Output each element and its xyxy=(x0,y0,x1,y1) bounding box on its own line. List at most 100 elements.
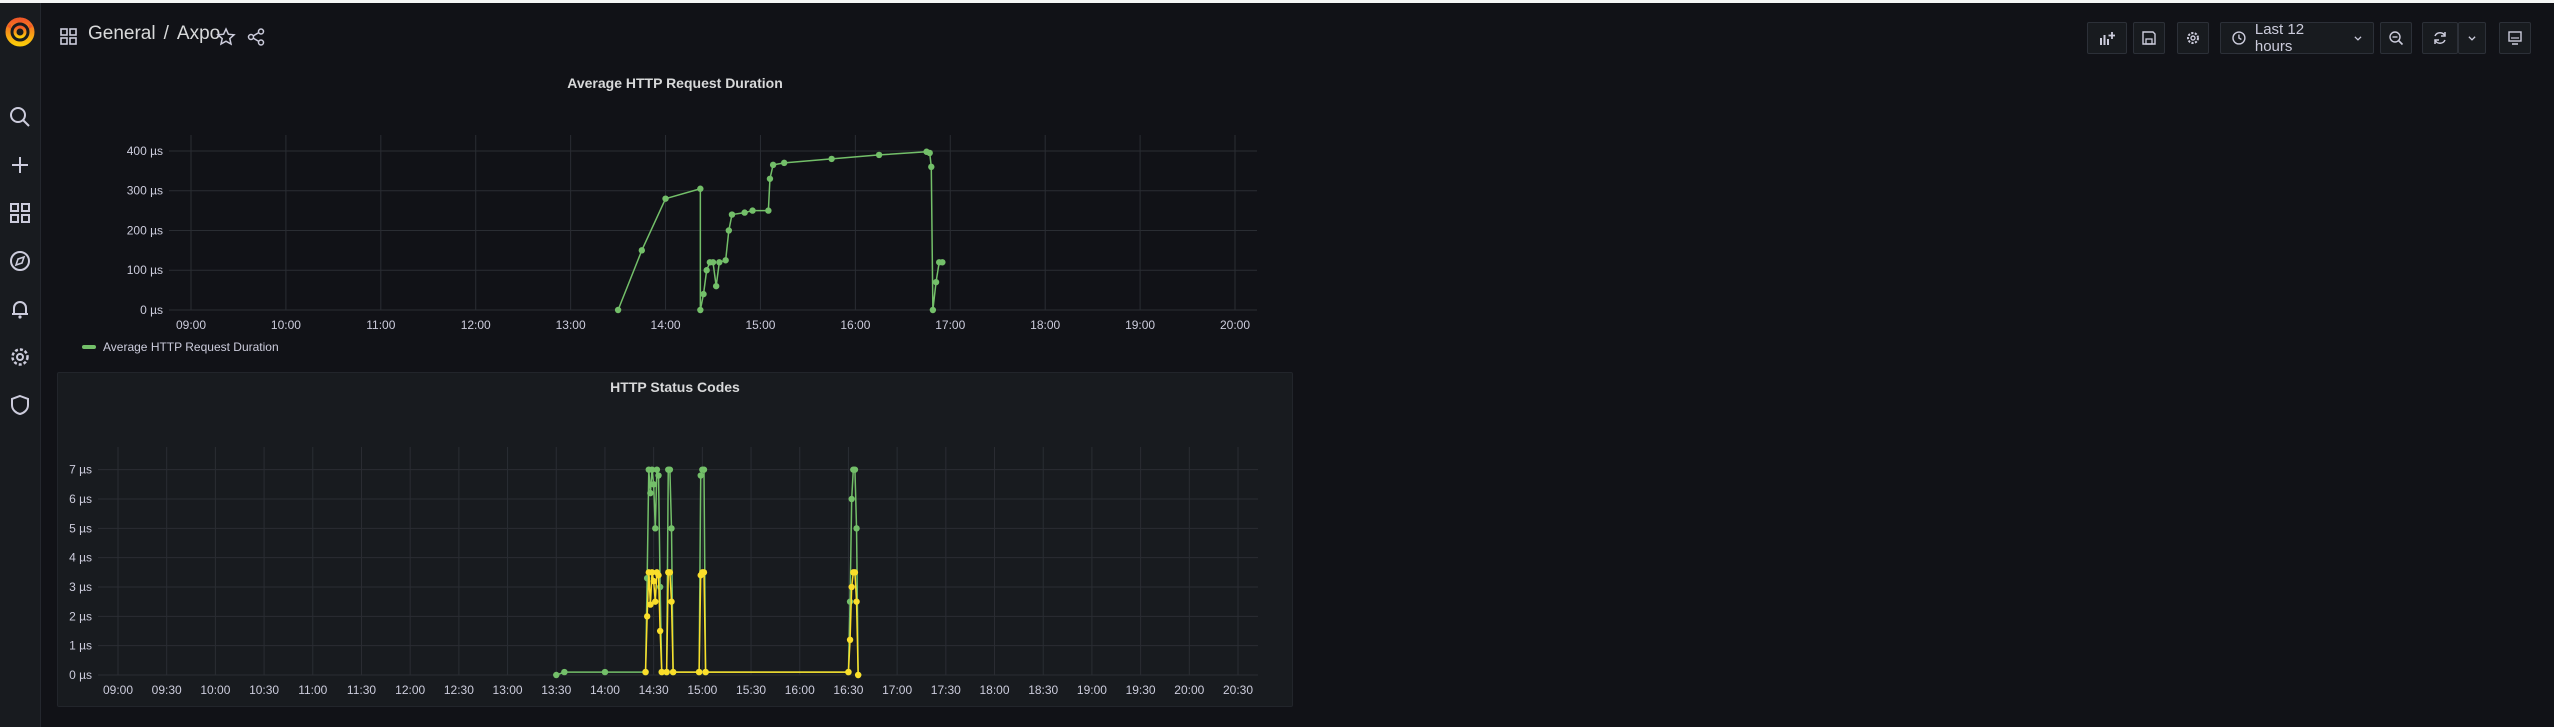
x-tick-label: 16:30 xyxy=(833,683,863,697)
data-point xyxy=(653,466,661,473)
x-tick-label: 12:00 xyxy=(461,318,491,332)
data-point xyxy=(828,155,835,163)
share-icon[interactable] xyxy=(246,27,266,47)
x-tick-label: 18:00 xyxy=(980,683,1010,697)
panel-http-request-duration[interactable]: Average HTTP Request Duration 0 µs 100 µs… xyxy=(57,69,1293,359)
data-point xyxy=(650,481,657,488)
add-panel-button[interactable] xyxy=(2087,22,2127,54)
x-tick-label: 15:00 xyxy=(745,318,775,332)
data-point xyxy=(561,668,568,676)
data-point xyxy=(712,282,720,290)
data-point xyxy=(749,207,756,214)
x-tick-label: 20:30 xyxy=(1223,683,1253,697)
y-tick-label: 100 µs xyxy=(127,263,163,277)
y-tick-label: 300 µs xyxy=(127,184,163,198)
dashboards-icon[interactable] xyxy=(7,200,33,226)
data-point xyxy=(709,259,717,266)
refresh-button[interactable] xyxy=(2422,22,2458,54)
data-point xyxy=(601,668,609,676)
breadcrumb: General / Axpo xyxy=(88,23,220,45)
x-tick-label: 11:30 xyxy=(347,683,376,697)
breadcrumb-folder[interactable]: General xyxy=(88,23,156,45)
data-point xyxy=(926,149,933,157)
data-point xyxy=(939,259,946,266)
shield-icon[interactable] xyxy=(7,392,33,418)
data-point xyxy=(875,151,883,159)
x-tick-label: 19:30 xyxy=(1126,683,1156,697)
data-point xyxy=(647,489,654,497)
x-tick-label: 18:00 xyxy=(1030,318,1060,332)
data-point xyxy=(765,207,772,214)
data-point xyxy=(652,525,659,532)
x-tick-label: 09:00 xyxy=(103,683,133,697)
topbar: General / Axpo Last 12 hours xyxy=(40,3,2554,69)
x-tick-label: 10:00 xyxy=(271,318,301,332)
add-panel-icon xyxy=(2100,32,2115,45)
data-point xyxy=(846,636,854,643)
x-tick-label: 18:30 xyxy=(1028,683,1058,697)
x-tick-label: 15:00 xyxy=(687,683,717,697)
data-point xyxy=(663,668,670,676)
x-tick-label: 14:00 xyxy=(590,683,620,697)
compass-icon[interactable] xyxy=(7,248,33,274)
y-tick-label: 0 µs xyxy=(140,303,163,317)
x-tick-label: 11:00 xyxy=(298,683,327,697)
data-point xyxy=(700,569,708,576)
x-tick-label: 19:00 xyxy=(1077,683,1107,697)
bell-icon[interactable] xyxy=(7,296,33,322)
save-icon xyxy=(2142,31,2156,45)
dashboard-settings-button[interactable] xyxy=(2177,22,2209,54)
legend-label[interactable]: Average HTTP Request Duration xyxy=(103,340,279,354)
y-tick-label: 0 µs xyxy=(69,668,92,682)
refresh-interval-dropdown[interactable] xyxy=(2458,22,2486,54)
data-point xyxy=(656,583,664,591)
data-point xyxy=(928,163,935,171)
data-point xyxy=(656,627,664,635)
data-point xyxy=(643,613,651,620)
grafana-logo-icon[interactable] xyxy=(3,15,37,49)
data-point xyxy=(848,495,855,503)
data-point xyxy=(853,598,860,605)
data-point xyxy=(697,185,704,192)
monitor-icon xyxy=(2508,31,2522,45)
data-point xyxy=(846,598,854,605)
y-tick-label: 7 µs xyxy=(69,463,92,477)
save-dashboard-button[interactable] xyxy=(2133,22,2165,54)
data-point xyxy=(725,227,733,234)
x-tick-label: 09:30 xyxy=(152,683,182,697)
data-point xyxy=(716,259,723,266)
plus-icon[interactable] xyxy=(7,152,33,178)
data-point xyxy=(666,466,674,473)
search-icon[interactable] xyxy=(7,104,33,130)
data-point xyxy=(666,569,674,576)
x-tick-label: 17:00 xyxy=(882,683,912,697)
series-line-1 xyxy=(644,571,859,676)
time-range-picker[interactable]: Last 12 hours xyxy=(2220,21,2374,55)
status-codes-chart: 0 µs 1 µs 2 µs 3 µs 4 µs 5 µs 6 µs 7 µs 09:00 09:… xyxy=(69,447,1258,697)
data-point xyxy=(662,195,669,202)
x-tick-label: 13:30 xyxy=(541,683,571,697)
zoom-out-button[interactable] xyxy=(2380,22,2412,54)
view-mode-button[interactable] xyxy=(2499,22,2531,54)
panel-http-status-codes[interactable]: HTTP Status Codes 0 µs 1 µs 2 µs 3 µs 4 µs 5 … xyxy=(57,372,1293,707)
data-point xyxy=(700,290,707,298)
x-tick-label: 11:00 xyxy=(366,318,395,332)
y-tick-label: 6 µs xyxy=(69,492,92,506)
x-tick-label: 15:30 xyxy=(736,683,766,697)
gear-icon[interactable] xyxy=(7,344,33,370)
data-point xyxy=(854,671,862,679)
y-tick-label: 1 µs xyxy=(69,639,92,653)
x-tick-label: 14:30 xyxy=(639,683,669,697)
x-tick-label: 17:00 xyxy=(935,318,965,332)
x-tick-label: 20:00 xyxy=(1174,683,1204,697)
legend: Average HTTP Request Duration xyxy=(82,340,279,354)
apps-grid-icon[interactable] xyxy=(58,26,80,48)
x-tick-label: 13:00 xyxy=(493,683,523,697)
data-point xyxy=(851,569,859,576)
data-point xyxy=(780,159,788,167)
y-tick-label: 2 µs xyxy=(69,609,92,623)
x-tick-label: 19:00 xyxy=(1125,318,1155,332)
star-icon[interactable] xyxy=(216,27,236,47)
x-tick-label: 10:30 xyxy=(249,683,279,697)
breadcrumb-dashboard[interactable]: Axpo xyxy=(177,23,220,45)
